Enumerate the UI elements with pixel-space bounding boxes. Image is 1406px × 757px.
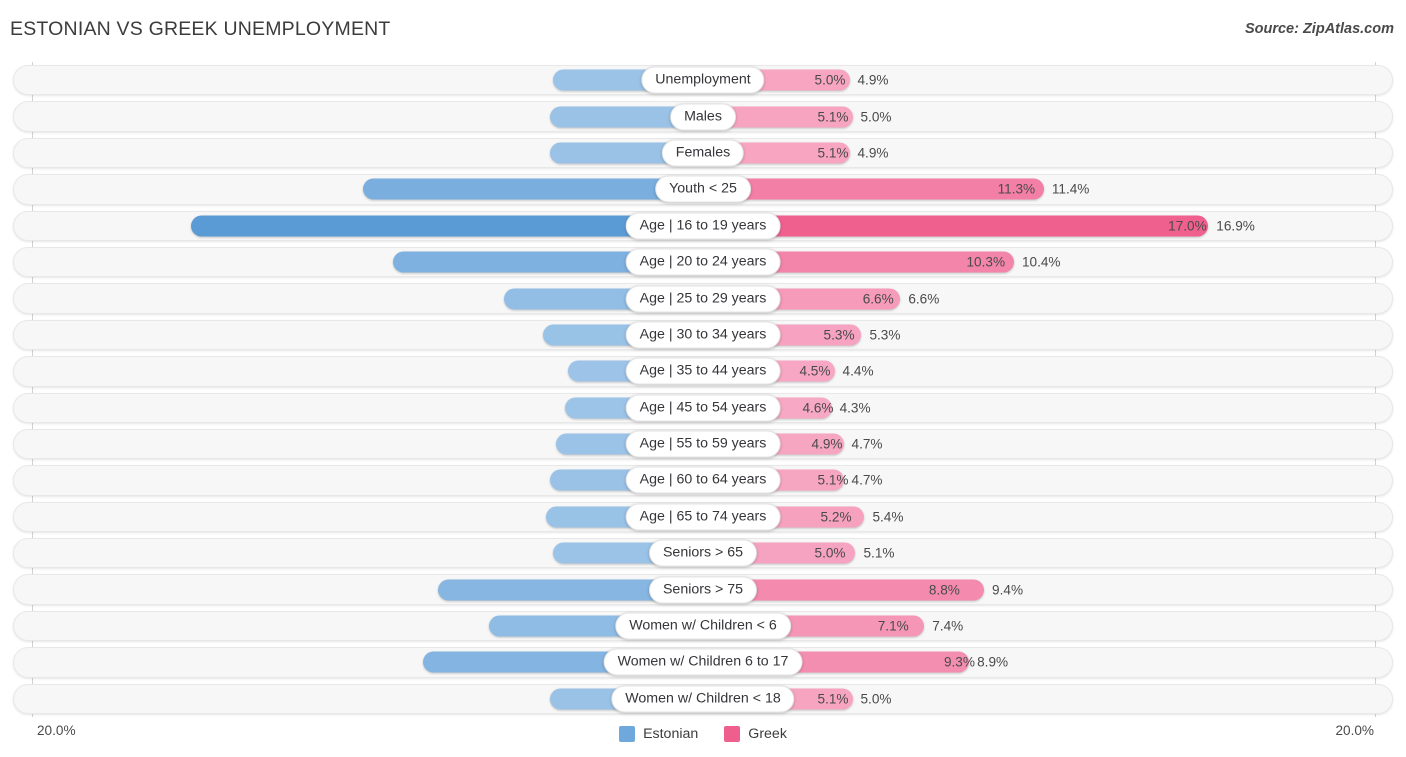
bar-row: 5.0% 5.1% Seniors > 65 — [0, 535, 1406, 571]
category-label-pill[interactable]: Age | 45 to 54 years — [625, 394, 781, 422]
bar-row: 17.0% 16.9% Age | 16 to 19 years — [0, 208, 1406, 244]
chart-root: ESTONIAN VS GREEK UNEMPLOYMENT Source: Z… — [0, 0, 1406, 757]
value-label-estonian: 4.6% — [802, 400, 834, 416]
value-label-greek: 10.4% — [1021, 254, 1061, 270]
value-label-greek: 5.3% — [869, 327, 901, 343]
category-label-pill[interactable]: Males — [670, 103, 736, 131]
value-label-estonian: 5.0% — [814, 72, 846, 88]
category-label-pill[interactable]: Women w/ Children < 6 — [615, 612, 791, 640]
value-label-estonian: 5.1% — [817, 691, 849, 707]
category-label-pill[interactable]: Age | 60 to 64 years — [625, 466, 781, 494]
value-label-estonian: 7.1% — [877, 618, 909, 634]
bar-row: 7.1% 7.4% Women w/ Children < 6 — [0, 608, 1406, 644]
value-label-greek: 4.7% — [851, 472, 883, 488]
value-label-greek: 4.9% — [857, 72, 889, 88]
value-label-estonian: 17.0% — [1168, 218, 1207, 234]
bar-estonian[interactable] — [362, 178, 703, 200]
value-label-greek: 11.4% — [1051, 181, 1090, 197]
value-label-estonian: 9.3% — [943, 654, 975, 670]
bar-row: 10.3% 10.4% Age | 20 to 24 years — [0, 244, 1406, 280]
legend-label: Estonian — [643, 726, 699, 742]
value-label-estonian: 5.1% — [817, 109, 849, 125]
value-label-estonian: 5.0% — [814, 545, 846, 561]
category-label-pill[interactable]: Age | 25 to 29 years — [625, 285, 781, 313]
bar-rows-container: 5.0% 4.9% Unemployment 5.1% 5.0% Males 5.1% 4.9… — [0, 62, 1406, 717]
category-label-pill[interactable]: Unemployment — [641, 66, 765, 94]
value-label-estonian: 8.8% — [928, 582, 960, 598]
bar-row: 5.1% 4.9% Females — [0, 135, 1406, 171]
value-label-estonian: 5.2% — [820, 509, 852, 525]
value-label-greek: 4.3% — [839, 400, 871, 416]
bar-row: 4.5% 4.4% Age | 35 to 44 years — [0, 353, 1406, 389]
bar-row: 4.9% 4.7% Age | 55 to 59 years — [0, 426, 1406, 462]
category-label-pill[interactable]: Age | 55 to 59 years — [625, 430, 781, 458]
legend-item[interactable]: Greek — [724, 726, 787, 742]
category-label-pill[interactable]: Youth < 25 — [655, 175, 751, 203]
category-label-pill[interactable]: Women w/ Children 6 to 17 — [603, 648, 803, 676]
category-label-pill[interactable]: Seniors > 75 — [648, 576, 758, 604]
bar-row: 5.1% 5.0% Women w/ Children < 18 — [0, 681, 1406, 717]
category-label-pill[interactable]: Females — [661, 139, 745, 167]
bar-row: 5.1% 4.7% Age | 60 to 64 years — [0, 462, 1406, 498]
bar-row: 5.2% 5.4% Age | 65 to 74 years — [0, 499, 1406, 535]
source-attribution: Source: ZipAtlas.com — [1244, 21, 1394, 37]
value-label-estonian: 11.3% — [997, 181, 1036, 197]
value-label-greek: 5.1% — [863, 545, 895, 561]
category-label-pill[interactable]: Women w/ Children < 18 — [611, 685, 795, 713]
value-label-greek: 4.4% — [842, 363, 874, 379]
value-label-greek: 5.4% — [872, 509, 904, 525]
value-label-estonian: 6.6% — [862, 291, 894, 307]
category-label-pill[interactable]: Age | 30 to 34 years — [625, 321, 781, 349]
value-label-greek: 4.7% — [851, 436, 883, 452]
bar-row: 4.6% 4.3% Age | 45 to 54 years — [0, 390, 1406, 426]
value-label-estonian: 4.5% — [799, 363, 831, 379]
bar-row: 8.8% 9.4% Seniors > 75 — [0, 571, 1406, 607]
plot-area: 5.0% 4.9% Unemployment 5.1% 5.0% Males 5.1% 4.9… — [0, 62, 1406, 717]
value-label-estonian: 5.1% — [817, 145, 849, 161]
legend-item[interactable]: Estonian — [619, 726, 698, 742]
category-label-pill[interactable]: Age | 35 to 44 years — [625, 357, 781, 385]
value-label-greek: 16.9% — [1216, 218, 1255, 234]
bar-row: 6.6% 6.6% Age | 25 to 29 years — [0, 280, 1406, 316]
bar-row: 11.3% 11.4% Youth < 25 — [0, 171, 1406, 207]
bar-row: 5.1% 5.0% Males — [0, 98, 1406, 134]
bar-greek[interactable] — [703, 178, 1044, 200]
value-label-greek: 7.4% — [932, 618, 964, 634]
category-label-pill[interactable]: Age | 16 to 19 years — [625, 212, 781, 240]
value-label-greek: 6.6% — [908, 291, 940, 307]
legend-label: Greek — [748, 726, 787, 742]
value-label-greek: 8.9% — [977, 654, 1009, 670]
value-label-estonian: 5.1% — [817, 472, 849, 488]
legend-swatch-icon — [724, 726, 741, 742]
category-label-pill[interactable]: Seniors > 65 — [648, 539, 758, 567]
value-label-greek: 5.0% — [860, 109, 892, 125]
category-label-pill[interactable]: Age | 20 to 24 years — [625, 248, 781, 276]
value-label-estonian: 4.9% — [811, 436, 843, 452]
bar-row: 9.3% 8.9% Women w/ Children 6 to 17 — [0, 644, 1406, 680]
legend-swatch-icon — [619, 726, 636, 742]
value-label-greek: 4.9% — [857, 145, 889, 161]
page-title: ESTONIAN VS GREEK UNEMPLOYMENT — [10, 18, 391, 40]
value-label-estonian: 5.3% — [823, 327, 855, 343]
bar-row: 5.0% 4.9% Unemployment — [0, 62, 1406, 98]
value-label-estonian: 10.3% — [966, 254, 1006, 270]
value-label-greek: 5.0% — [860, 691, 892, 707]
value-label-greek: 9.4% — [992, 582, 1024, 598]
chart-legend: Estonian Greek — [0, 726, 1406, 742]
category-label-pill[interactable]: Age | 65 to 74 years — [625, 503, 781, 531]
bar-row: 5.3% 5.3% Age | 30 to 34 years — [0, 317, 1406, 353]
